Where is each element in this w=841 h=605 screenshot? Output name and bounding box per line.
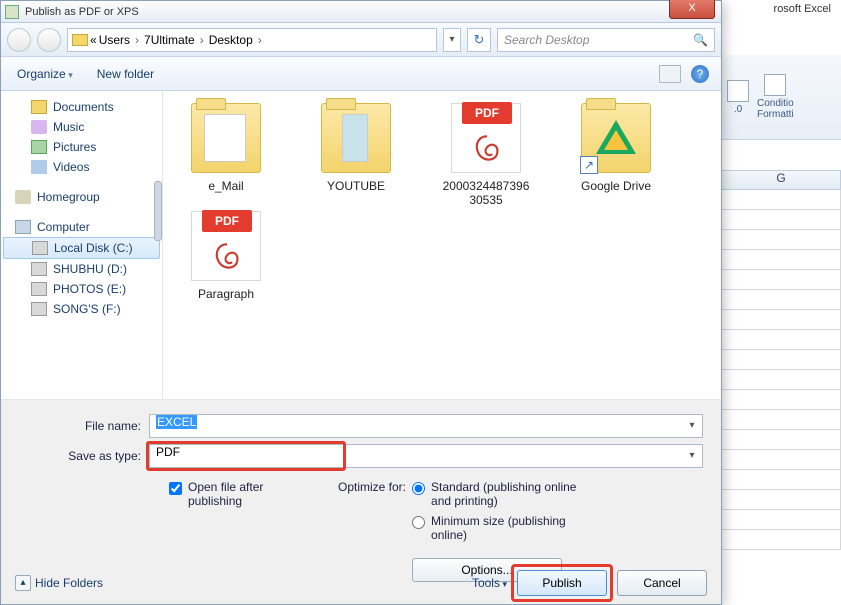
file-list[interactable]: e_Mail YOUTUBE PDF 2000324487396 30535 ↗… <box>163 91 721 399</box>
tree-computer[interactable]: Computer <box>1 217 162 237</box>
new-folder-button[interactable]: New folder <box>97 67 154 81</box>
music-icon <box>31 120 47 134</box>
organize-button[interactable]: Organize <box>17 67 73 81</box>
optimize-label: Optimize for: <box>338 480 406 582</box>
breadcrumb-dropdown[interactable]: ▾ <box>443 28 461 52</box>
dialog-titlebar[interactable]: Publish as PDF or XPS X <box>1 1 721 23</box>
file-email-folder[interactable]: e_Mail <box>171 103 281 207</box>
view-mode-button[interactable] <box>659 65 681 83</box>
dialog-footer: Hide Folders Tools Publish Cancel <box>15 570 707 596</box>
computer-icon <box>15 220 31 234</box>
hide-folders-button[interactable]: Hide Folders <box>15 575 103 591</box>
nav-bar: « Users 7Ultimate Desktop ▾ ↻ Search Des… <box>1 23 721 57</box>
shortcut-icon: ↗ <box>580 156 598 174</box>
homegroup-icon <box>15 190 31 204</box>
excel-icon <box>5 5 19 19</box>
column-header-g[interactable]: G <box>721 170 841 190</box>
file-google-drive[interactable]: ↗ Google Drive <box>561 103 671 207</box>
cancel-button[interactable]: Cancel <box>617 570 707 596</box>
savetype-label: Save as type: <box>19 449 149 463</box>
tree-photos-e[interactable]: PHOTOS (E:) <box>1 279 162 299</box>
ribbon-conditional[interactable]: ConditioFormatti <box>757 74 794 120</box>
search-icon: 🔍 <box>693 33 708 47</box>
disk-icon <box>31 262 47 276</box>
optimize-minimum-radio[interactable]: Minimum size (publishing online) <box>412 514 591 542</box>
folder-icon: ↗ <box>581 103 651 173</box>
excel-ribbon: .0 ConditioFormatti <box>721 55 841 140</box>
excel-titlebar: rosoft Excel <box>774 3 831 15</box>
folder-icon <box>31 100 47 114</box>
publish-button[interactable]: Publish <box>517 570 607 596</box>
crumb-users[interactable]: Users <box>99 33 130 47</box>
filename-label: File name: <box>19 419 149 433</box>
savetype-dropdown[interactable]: ▾ <box>683 446 701 466</box>
tree-pictures[interactable]: Pictures <box>1 137 162 157</box>
optimize-standard-radio[interactable]: Standard (publishing online and printing… <box>412 480 591 508</box>
file-pdf-numeric[interactable]: PDF 2000324487396 30535 <box>431 103 541 207</box>
refresh-button[interactable]: ↻ <box>467 28 491 52</box>
publish-dialog: Publish as PDF or XPS X « Users 7Ultimat… <box>0 0 722 605</box>
breadcrumb[interactable]: « Users 7Ultimate Desktop <box>67 28 437 52</box>
folder-icon <box>321 103 391 173</box>
pictures-icon <box>31 140 47 154</box>
search-input[interactable]: Search Desktop 🔍 <box>497 28 715 52</box>
file-paragraph-pdf[interactable]: PDF Paragraph <box>171 211 281 301</box>
disk-icon <box>31 282 47 296</box>
pdf-badge: PDF <box>202 210 252 232</box>
pdf-icon: PDF <box>451 103 521 173</box>
close-button[interactable]: X <box>669 0 715 19</box>
form-area: File name: EXCEL ▾ Save as type: PDF ▾ O… <box>1 399 721 590</box>
tree-homegroup[interactable]: Homegroup <box>1 187 162 207</box>
google-drive-icon <box>596 120 636 154</box>
tree-songs-f[interactable]: SONG'S (F:) <box>1 299 162 319</box>
pdf-badge: PDF <box>462 102 512 124</box>
tree-shubhu-d[interactable]: SHUBHU (D:) <box>1 259 162 279</box>
tree-scrollbar[interactable] <box>154 181 162 241</box>
nav-forward-button[interactable] <box>37 28 61 52</box>
folder-icon <box>72 34 88 46</box>
search-placeholder: Search Desktop <box>504 33 589 47</box>
pdf-icon: PDF <box>191 211 261 281</box>
excel-grid: G <box>721 170 841 550</box>
grid-cell[interactable] <box>721 190 841 210</box>
open-after-checkbox[interactable]: Open file after publishing <box>169 480 298 508</box>
excel-background: rosoft Excel .0 ConditioFormatti G <box>721 0 841 605</box>
tools-dropdown[interactable]: Tools <box>472 576 507 590</box>
filename-input[interactable]: EXCEL <box>149 414 703 438</box>
ribbon-decimal[interactable]: .0 <box>727 80 749 115</box>
crumb-7ultimate[interactable]: 7Ultimate <box>144 33 195 47</box>
disk-icon <box>31 302 47 316</box>
help-button[interactable]: ? <box>691 65 709 83</box>
savetype-select[interactable]: PDF <box>149 444 703 468</box>
videos-icon <box>31 160 47 174</box>
folder-icon <box>191 103 261 173</box>
disk-icon <box>32 241 48 255</box>
nav-back-button[interactable] <box>7 28 31 52</box>
tree-music[interactable]: Music <box>1 117 162 137</box>
tree-local-disk-c[interactable]: Local Disk (C:) <box>3 237 160 259</box>
tree-documents[interactable]: Documents <box>1 97 162 117</box>
file-youtube-folder[interactable]: YOUTUBE <box>301 103 411 207</box>
tree-videos[interactable]: Videos <box>1 157 162 177</box>
filename-dropdown[interactable]: ▾ <box>683 416 701 436</box>
dialog-title: Publish as PDF or XPS <box>25 6 139 18</box>
crumb-desktop[interactable]: Desktop <box>209 33 253 47</box>
nav-tree: Documents Music Pictures Videos Homegrou… <box>1 91 163 399</box>
file-browser: Documents Music Pictures Videos Homegrou… <box>1 91 721 399</box>
toolbar: Organize New folder ? <box>1 57 721 91</box>
